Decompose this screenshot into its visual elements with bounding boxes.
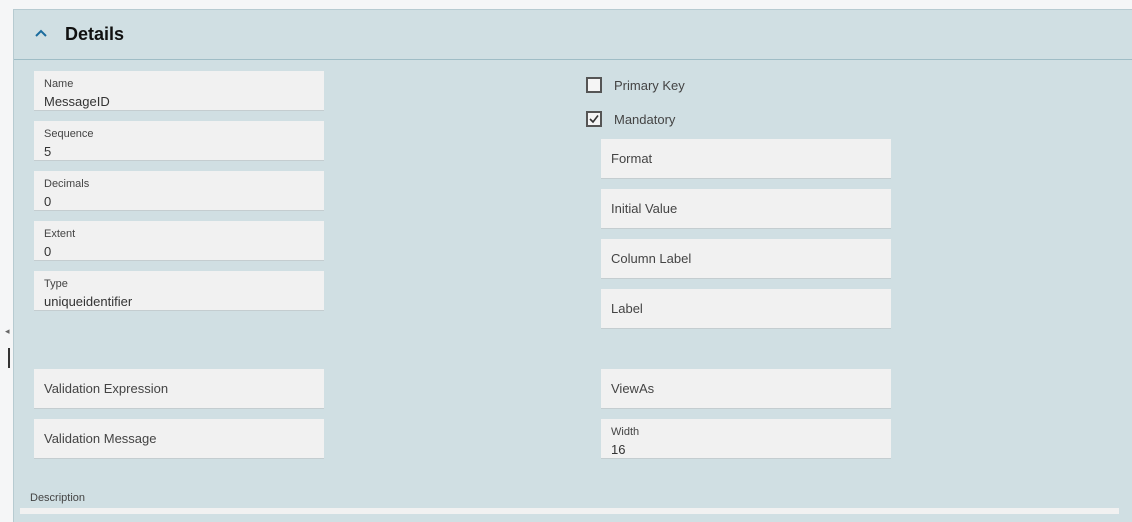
decimals-label: Decimals bbox=[44, 178, 90, 190]
collapse-left-icon[interactable]: ◂ bbox=[5, 326, 10, 336]
name-field[interactable]: Name MessageID bbox=[34, 71, 324, 111]
chevron-up-icon[interactable] bbox=[34, 27, 48, 41]
left-splitter bbox=[0, 0, 6, 522]
initial-value-field[interactable]: Initial Value bbox=[601, 189, 891, 229]
type-value: uniqueidentifier bbox=[44, 294, 133, 309]
description-field[interactable] bbox=[20, 508, 1119, 514]
validation-expression-placeholder: Validation Expression bbox=[44, 381, 169, 396]
primary-key-label: Primary Key bbox=[614, 78, 685, 93]
name-label: Name bbox=[44, 78, 74, 90]
validation-message-placeholder: Validation Message bbox=[44, 431, 157, 446]
label-placeholder: Label bbox=[611, 301, 643, 316]
width-field[interactable]: Width 16 bbox=[601, 419, 891, 459]
viewas-field[interactable]: ViewAs bbox=[601, 369, 891, 409]
decimals-field[interactable]: Decimals 0 bbox=[34, 171, 324, 211]
name-value: MessageID bbox=[44, 94, 110, 109]
width-value: 16 bbox=[611, 442, 626, 457]
validation-expression-field[interactable]: Validation Expression bbox=[34, 369, 324, 409]
label-field[interactable]: Label bbox=[601, 289, 891, 329]
primary-key-box[interactable] bbox=[586, 77, 602, 93]
type-label: Type bbox=[44, 278, 68, 290]
width-label: Width bbox=[611, 426, 640, 438]
column-label-field[interactable]: Column Label bbox=[601, 239, 891, 279]
details-header[interactable]: Details bbox=[14, 10, 1132, 60]
type-field[interactable]: Type uniqueidentifier bbox=[34, 271, 324, 311]
extent-field[interactable]: Extent 0 bbox=[34, 221, 324, 261]
mandatory-label: Mandatory bbox=[614, 112, 676, 127]
column-label-placeholder: Column Label bbox=[611, 251, 692, 266]
viewas-placeholder: ViewAs bbox=[611, 381, 655, 396]
extent-value: 0 bbox=[44, 244, 52, 259]
decimals-value: 0 bbox=[44, 194, 52, 209]
validation-message-field[interactable]: Validation Message bbox=[34, 419, 324, 459]
format-field[interactable]: Format bbox=[601, 139, 891, 179]
panel-title: Details bbox=[65, 24, 125, 44]
sequence-field[interactable]: Sequence 5 bbox=[34, 121, 324, 161]
splitter-handle[interactable] bbox=[8, 348, 10, 368]
sequence-value: 5 bbox=[44, 144, 52, 159]
sequence-label: Sequence bbox=[44, 128, 94, 140]
extent-label: Extent bbox=[44, 228, 76, 240]
description-label: Description bbox=[30, 492, 86, 504]
initial-value-placeholder: Initial Value bbox=[611, 201, 678, 216]
mandatory-box[interactable] bbox=[586, 111, 602, 127]
format-placeholder: Format bbox=[611, 151, 653, 166]
checkmark-icon bbox=[589, 115, 599, 124]
